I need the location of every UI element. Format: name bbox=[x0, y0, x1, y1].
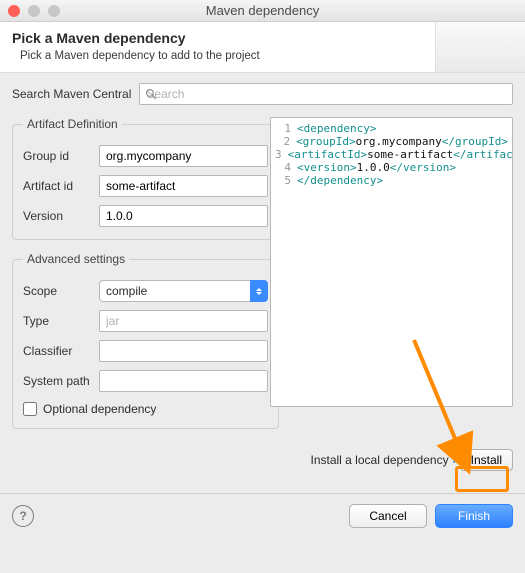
search-input[interactable] bbox=[139, 83, 513, 105]
version-label: Version bbox=[23, 209, 93, 223]
dependency-xml-preview: 1<dependency> 2 <groupId>org.mycompany</… bbox=[270, 117, 513, 407]
optional-dependency-checkbox[interactable] bbox=[23, 402, 37, 416]
group-id-label: Group id bbox=[23, 149, 93, 163]
info-icon[interactable]: i bbox=[453, 454, 456, 466]
cancel-button[interactable]: Cancel bbox=[349, 504, 427, 528]
group-id-input[interactable] bbox=[99, 145, 268, 167]
install-button[interactable]: Install bbox=[460, 449, 513, 471]
advanced-settings-group: Advanced settings Scope compile Type Cla… bbox=[12, 252, 279, 429]
classifier-input[interactable] bbox=[99, 340, 268, 362]
type-input[interactable] bbox=[99, 310, 268, 332]
type-label: Type bbox=[23, 314, 93, 328]
advanced-legend: Advanced settings bbox=[23, 252, 129, 266]
optional-dependency-label: Optional dependency bbox=[43, 402, 156, 416]
search-label: Search Maven Central bbox=[12, 87, 131, 101]
scope-label: Scope bbox=[23, 284, 93, 298]
artifact-id-label: Artifact id bbox=[23, 179, 93, 193]
chevron-up-down-icon bbox=[250, 280, 268, 302]
scope-select[interactable]: compile bbox=[99, 280, 268, 302]
minimize-icon bbox=[28, 5, 40, 17]
scope-value: compile bbox=[99, 280, 268, 302]
maximize-icon bbox=[48, 5, 60, 17]
version-input[interactable] bbox=[99, 205, 268, 227]
install-local-label: Install a local dependency bbox=[310, 453, 448, 467]
artifact-definition-group: Artifact Definition Group id Artifact id… bbox=[12, 117, 279, 240]
artifact-legend: Artifact Definition bbox=[23, 117, 122, 131]
window-title: Maven dependency bbox=[0, 3, 525, 18]
artifact-id-input[interactable] bbox=[99, 175, 268, 197]
dialog-header: Pick a Maven dependency Pick a Maven dep… bbox=[0, 22, 525, 73]
header-decor bbox=[435, 22, 525, 72]
help-icon[interactable]: ? bbox=[12, 505, 34, 527]
finish-button[interactable]: Finish bbox=[435, 504, 513, 528]
window-titlebar: Maven dependency bbox=[0, 0, 525, 22]
classifier-label: Classifier bbox=[23, 344, 93, 358]
system-path-input[interactable] bbox=[99, 370, 268, 392]
system-path-label: System path bbox=[23, 374, 93, 388]
search-icon bbox=[145, 88, 157, 100]
close-icon[interactable] bbox=[8, 5, 20, 17]
